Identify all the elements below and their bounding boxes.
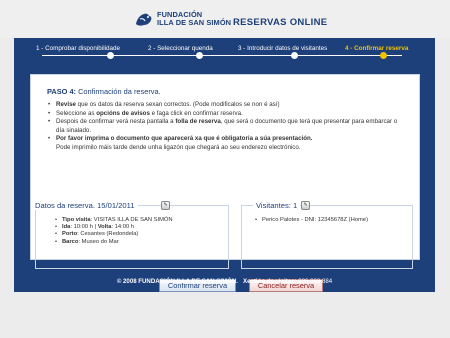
visitor-item: Perico Palotes - DNI: 12345678Z (Home) <box>255 217 368 224</box>
step-heading-label: PASO 4: <box>47 87 77 96</box>
instruction-bold: folla de reserva <box>175 118 221 126</box>
reservation-details: Tipo visita: VISITAS ILLA DE SAN SIMÓN I… <box>55 217 173 246</box>
instructions-list: Revise que os datos da reserva sexan cor… <box>47 101 407 153</box>
footer: © 2008 FUNDACIÓN ILLA DE SAN SIMÓN. Xest… <box>14 278 435 285</box>
visitors-box <box>241 205 413 269</box>
instruction-bold: Por favor imprima o documento que aparec… <box>56 135 313 143</box>
detail-label: Porto <box>62 231 78 238</box>
visitors-title: Visitantes: 1 <box>253 201 301 210</box>
edit-visitors-button[interactable]: ✎ <box>301 201 310 210</box>
visitors-list: Perico Palotes - DNI: 12345678Z (Home) <box>255 217 368 224</box>
step-3-dot <box>291 52 298 59</box>
main-frame: 1 - Comprobar disponibilidade 2 - Selecc… <box>14 38 435 292</box>
detail-porto: Porto: Cesantes (Redondela) <box>55 231 173 238</box>
detail-value: : 10:00 h <box>70 224 93 231</box>
detail-tipo: Tipo visita: VISITAS ILLA DE SAN SIMÓN <box>55 217 173 224</box>
detail-ida-volta: Ida: 10:00 h | Volta: 14:00 h <box>55 224 173 231</box>
reservation-title: Datos da reserva. 15/01/2011 <box>35 201 138 210</box>
instruction-text: que os datos da reserva sexan correctos.… <box>75 101 280 108</box>
detail-value: : VISITAS ILLA DE SAN SIMÓN <box>90 217 173 223</box>
step-1-label: 1 - Comprobar disponibilidade <box>36 45 121 52</box>
step-2-label: 2 - Seleccionar quenda <box>148 45 213 52</box>
instruction-text: e faga click en confirmar reserva. <box>149 109 243 117</box>
instruction-item: Despois de confirmar verá nesta pantalla… <box>47 118 407 135</box>
content-panel: PASO 4: Confirmación da reserva. Revise … <box>30 74 420 292</box>
step-1-dot <box>107 52 114 59</box>
step-3-label: 3 - Introducir datos de visitantes <box>238 45 328 52</box>
pencil-icon: ✎ <box>163 202 168 208</box>
instruction-text: Despois de confirmar verá nesta pantalla… <box>56 118 176 126</box>
instruction-item: Revise que os datos da reserva sexan cor… <box>47 101 407 110</box>
instruction-text: Seleccione as <box>56 109 97 117</box>
instruction-bold: Revise <box>56 101 76 108</box>
instruction-text: Pode imprimilo máis tarde dende unha lig… <box>56 143 301 151</box>
step-4-dot <box>380 52 387 59</box>
detail-label: Barco <box>62 238 79 245</box>
header: FUNDACIÓN ILLA DE SAN SIMÓN RESERVAS ONL… <box>0 0 450 38</box>
pencil-icon: ✎ <box>303 202 308 208</box>
instruction-item: Por favor imprima o documento que aparec… <box>47 135 407 152</box>
detail-label: Volta <box>97 224 112 231</box>
org-line-2: ILLA DE SAN SIMÓN <box>157 18 232 27</box>
step-4-label: 4 - Confirmar reserva <box>345 45 409 52</box>
edit-reservation-button[interactable]: ✎ <box>161 201 170 210</box>
detail-value: : Museo do Mar <box>78 238 119 245</box>
detail-label: Tipo visita <box>62 217 91 223</box>
step-heading-title: Confirmación da reserva. <box>78 87 161 96</box>
step-line <box>42 55 402 56</box>
footer-copyright: © 2008 FUNDACIÓN ILLA DE SAN SIMÓN. <box>116 278 238 285</box>
detail-value: : 14:00 h <box>111 224 134 231</box>
step-2-dot <box>196 52 203 59</box>
footer-contact-label: Xestión de visitas: <box>243 278 297 285</box>
step-heading: PASO 4: Confirmación da reserva. <box>47 87 161 96</box>
instruction-bold: opcións de avisos <box>96 109 150 117</box>
detail-value: : Cesantes (Redondela) <box>77 231 139 238</box>
app-title: RESERVAS ONLINE <box>233 17 328 28</box>
organization-name: FUNDACIÓN ILLA DE SAN SIMÓN <box>157 11 231 27</box>
step-progress: 1 - Comprobar disponibilidade 2 - Selecc… <box>14 38 435 68</box>
foundation-logo-icon <box>136 13 152 26</box>
footer-phone: 986 903 884 <box>298 278 333 285</box>
detail-barco: Barco: Museo do Mar <box>55 239 173 246</box>
instruction-item: Seleccione as opcións de avisos e faga c… <box>47 110 407 119</box>
